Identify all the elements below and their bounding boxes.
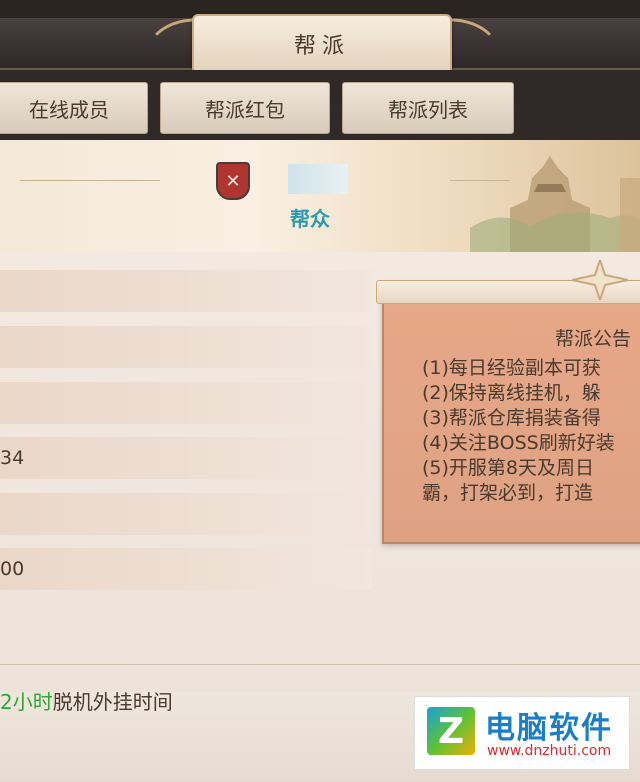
watermark-logo-icon: Z [427,707,475,755]
guild-window: 帮派 在线成员 帮派红包 帮派列表 ✕ 帮众 34 00 帮派公告 (1)每日经… [0,0,640,782]
announcement-line: 霸，打架必到，打造 [422,482,594,504]
tab-guild-red-packet[interactable]: 帮派红包 [160,82,330,134]
watermark-name: 电脑软件 [485,711,613,746]
tab-guild-list[interactable]: 帮派列表 [342,82,514,134]
offline-time-label: 2小时脱机外挂时间 [0,686,173,715]
info-row [0,270,372,312]
announcement-line: (1)每日经验副本可获 [422,357,601,379]
announcement-line: (3)帮派仓库捐装备得 [422,407,601,429]
announcement-line: (5)开服第8天及周日 [422,457,595,479]
info-row: 00 [0,548,372,590]
window-title: 帮派 [293,34,350,59]
tab-bar: 在线成员 帮派红包 帮派列表 [0,70,640,140]
info-row [0,326,372,368]
announcement-title: 帮派公告 [555,328,632,350]
tab-online-members[interactable]: 在线成员 [0,82,148,134]
section-divider [0,664,640,665]
member-rank: 帮众 [290,207,330,231]
banner-divider-left [20,180,160,181]
announcement-line: (4)关注BOSS刷新好装 [422,432,615,454]
info-row [0,382,372,424]
info-row: 34 [0,437,372,479]
guild-name-redacted [288,164,348,194]
offline-time-text: 脱机外挂时间 [52,690,173,714]
announcement-body: (1)每日经验副本可获 (2)保持离线挂机，躲 (3)帮派仓库捐装备得 (4)关… [422,356,615,506]
star-ornament-icon [572,260,628,300]
watermark-url: www.dnzhuti.com [487,743,612,759]
offline-time-value: 2小时 [0,690,53,714]
castle-illustration [470,156,640,252]
title-plate: 帮派 [192,14,452,74]
announcement-line: (2)保持离线挂机，躲 [422,382,601,404]
site-watermark: Z 电脑软件 www.dnzhuti.com [414,696,630,770]
info-row [0,493,372,535]
guild-emblem-icon: ✕ [216,162,250,200]
